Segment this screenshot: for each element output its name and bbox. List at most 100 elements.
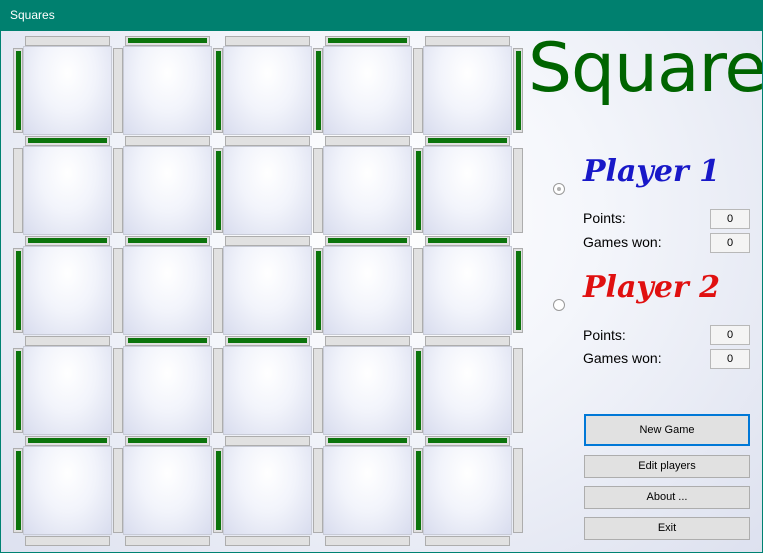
board-square	[123, 46, 212, 135]
board-square	[223, 346, 312, 435]
app-window: Squares Squares Player 1 Points: 0 Games…	[0, 0, 763, 553]
vertical-line[interactable]	[13, 448, 23, 533]
horizontal-line[interactable]	[425, 536, 510, 546]
vertical-line[interactable]	[213, 448, 223, 533]
vertical-line[interactable]	[513, 148, 523, 233]
vertical-line[interactable]	[113, 148, 123, 233]
player2-games-value: 0	[710, 349, 750, 369]
horizontal-line[interactable]	[125, 436, 210, 446]
game-logo: Squares	[528, 31, 762, 108]
horizontal-line[interactable]	[125, 536, 210, 546]
horizontal-line[interactable]	[325, 536, 410, 546]
vertical-line[interactable]	[313, 48, 323, 133]
edit-players-button[interactable]: Edit players	[584, 455, 750, 478]
horizontal-line[interactable]	[225, 236, 310, 246]
vertical-line[interactable]	[13, 48, 23, 133]
board-square	[23, 46, 112, 135]
new-game-button[interactable]: New Game	[584, 414, 750, 446]
horizontal-line[interactable]	[325, 436, 410, 446]
board-square	[123, 346, 212, 435]
player2-points-value: 0	[710, 325, 750, 345]
vertical-line[interactable]	[13, 348, 23, 433]
board-square	[323, 446, 412, 535]
vertical-line[interactable]	[213, 348, 223, 433]
player2-points-label: Points:	[583, 327, 626, 343]
vertical-line[interactable]	[313, 348, 323, 433]
horizontal-line[interactable]	[125, 236, 210, 246]
player2-games-label: Games won:	[583, 350, 662, 366]
vertical-line[interactable]	[13, 148, 23, 233]
player1-points-label: Points:	[583, 210, 626, 226]
vertical-line[interactable]	[413, 448, 423, 533]
horizontal-line[interactable]	[325, 236, 410, 246]
horizontal-line[interactable]	[125, 36, 210, 46]
vertical-line[interactable]	[113, 448, 123, 533]
vertical-line[interactable]	[313, 448, 323, 533]
player1-games-value: 0	[710, 233, 750, 253]
vertical-line[interactable]	[113, 48, 123, 133]
vertical-line[interactable]	[413, 248, 423, 333]
board-square	[423, 446, 512, 535]
vertical-line[interactable]	[413, 148, 423, 233]
vertical-line[interactable]	[313, 148, 323, 233]
title-bar[interactable]: Squares	[0, 0, 763, 31]
player1-games-label: Games won:	[583, 234, 662, 250]
board-square	[323, 46, 412, 135]
vertical-line[interactable]	[113, 348, 123, 433]
board-square	[423, 246, 512, 335]
vertical-line[interactable]	[513, 348, 523, 433]
vertical-line[interactable]	[213, 48, 223, 133]
game-board	[1, 31, 526, 552]
horizontal-line[interactable]	[425, 436, 510, 446]
about-button[interactable]: About ...	[584, 486, 750, 509]
board-square	[123, 446, 212, 535]
vertical-line[interactable]	[213, 148, 223, 233]
horizontal-line[interactable]	[325, 336, 410, 346]
vertical-line[interactable]	[513, 248, 523, 333]
board-square	[23, 246, 112, 335]
vertical-line[interactable]	[113, 248, 123, 333]
horizontal-line[interactable]	[225, 436, 310, 446]
horizontal-line[interactable]	[125, 336, 210, 346]
horizontal-line[interactable]	[425, 336, 510, 346]
board-square	[223, 246, 312, 335]
horizontal-line[interactable]	[225, 336, 310, 346]
horizontal-line[interactable]	[225, 136, 310, 146]
board-square	[323, 146, 412, 235]
horizontal-line[interactable]	[425, 136, 510, 146]
board-square	[423, 46, 512, 135]
vertical-line[interactable]	[513, 48, 523, 133]
board-square	[123, 146, 212, 235]
horizontal-line[interactable]	[25, 36, 110, 46]
horizontal-line[interactable]	[25, 136, 110, 146]
horizontal-line[interactable]	[425, 236, 510, 246]
vertical-line[interactable]	[13, 248, 23, 333]
horizontal-line[interactable]	[25, 336, 110, 346]
board-square	[23, 346, 112, 435]
horizontal-line[interactable]	[25, 436, 110, 446]
board-square	[23, 146, 112, 235]
player1-radio[interactable]	[553, 183, 565, 195]
window-title: Squares	[10, 8, 55, 22]
board-square	[423, 346, 512, 435]
vertical-line[interactable]	[513, 448, 523, 533]
horizontal-line[interactable]	[325, 136, 410, 146]
vertical-line[interactable]	[413, 348, 423, 433]
horizontal-line[interactable]	[225, 536, 310, 546]
horizontal-line[interactable]	[325, 36, 410, 46]
vertical-line[interactable]	[413, 48, 423, 133]
horizontal-line[interactable]	[425, 36, 510, 46]
horizontal-line[interactable]	[25, 536, 110, 546]
horizontal-line[interactable]	[225, 36, 310, 46]
board-square	[323, 346, 412, 435]
board-square	[223, 146, 312, 235]
player1-name: Player 1	[583, 154, 721, 189]
player2-radio[interactable]	[553, 299, 565, 311]
exit-button[interactable]: Exit	[584, 517, 750, 540]
vertical-line[interactable]	[313, 248, 323, 333]
horizontal-line[interactable]	[25, 236, 110, 246]
board-square	[223, 446, 312, 535]
horizontal-line[interactable]	[125, 136, 210, 146]
vertical-line[interactable]	[213, 248, 223, 333]
client-area: Squares Player 1 Points: 0 Games won: 0 …	[1, 31, 762, 552]
